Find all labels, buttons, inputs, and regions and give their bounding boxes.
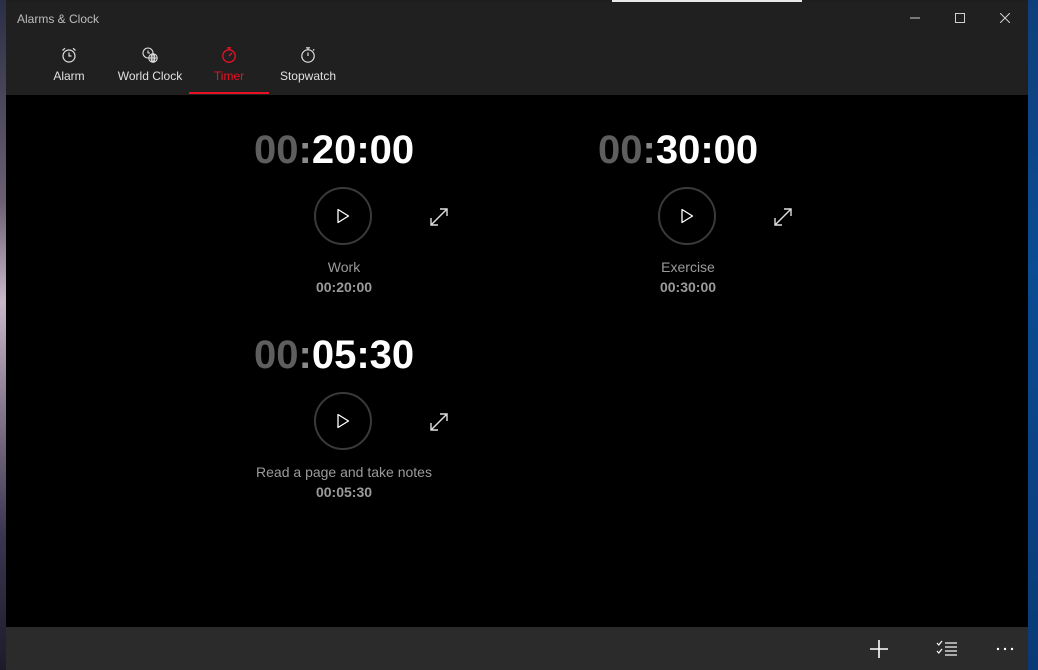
timer-minutes: 20 bbox=[311, 128, 357, 172]
timer-hours: 00 bbox=[598, 128, 643, 172]
navigation-bar: Alarm World Clock Timer Stopwatch bbox=[6, 34, 1028, 95]
timer-hours: 00 bbox=[254, 128, 299, 172]
tab-stopwatch[interactable]: Stopwatch bbox=[276, 34, 340, 95]
select-timers-button[interactable] bbox=[923, 627, 971, 670]
timer-name: Exercise bbox=[661, 259, 715, 275]
stopwatch-icon bbox=[301, 47, 315, 63]
play-button[interactable] bbox=[314, 187, 372, 245]
play-icon bbox=[337, 413, 350, 429]
world-clock-icon bbox=[142, 47, 158, 63]
expand-icon bbox=[430, 413, 448, 431]
play-button[interactable] bbox=[658, 187, 716, 245]
more-options-button[interactable] bbox=[981, 627, 1029, 670]
minimize-button[interactable] bbox=[892, 2, 938, 34]
timer-name: Read a page and take notes bbox=[256, 464, 432, 480]
maximize-icon bbox=[955, 13, 965, 23]
timer-name: Work bbox=[327, 259, 361, 275]
play-button[interactable] bbox=[314, 392, 372, 450]
play-icon bbox=[681, 208, 694, 224]
expand-button[interactable] bbox=[771, 205, 795, 229]
minimize-icon bbox=[910, 17, 920, 19]
timer-colon: : bbox=[298, 128, 312, 172]
timer-colon: : bbox=[356, 128, 370, 172]
timer-time-display: 00:20:00 bbox=[254, 128, 414, 173]
timer-time-display: 00:30:00 bbox=[598, 128, 758, 173]
add-icon bbox=[870, 639, 888, 658]
timer-colon: : bbox=[356, 333, 370, 377]
tab-timer[interactable]: Timer bbox=[189, 34, 269, 95]
timer-minutes: 30 bbox=[655, 128, 701, 172]
tab-label: Alarm bbox=[53, 69, 85, 83]
timer-colon: : bbox=[298, 333, 312, 377]
app-title: Alarms & Clock bbox=[17, 12, 100, 26]
timer-duration: 00:05:30 bbox=[315, 484, 373, 500]
expand-icon bbox=[774, 208, 792, 226]
timer-time-display: 00:05:30 bbox=[254, 333, 414, 378]
title-bar[interactable]: Alarms & Clock bbox=[6, 2, 1028, 34]
timer-minutes: 05 bbox=[311, 333, 357, 377]
active-tab-indicator bbox=[189, 92, 269, 94]
expand-icon bbox=[430, 208, 448, 226]
timer-hours: 00 bbox=[254, 333, 299, 377]
play-icon bbox=[337, 208, 350, 224]
desktop-background-right bbox=[1028, 0, 1038, 670]
add-timer-button[interactable] bbox=[855, 627, 903, 670]
tab-world-clock[interactable]: World Clock bbox=[112, 34, 188, 95]
select-list-icon bbox=[936, 640, 957, 656]
command-bar bbox=[6, 627, 1028, 670]
more-icon bbox=[996, 647, 1014, 650]
tab-label: World Clock bbox=[117, 69, 183, 83]
timer-seconds: 00 bbox=[369, 128, 415, 172]
tab-label: Stopwatch bbox=[279, 69, 337, 83]
expand-button[interactable] bbox=[427, 410, 451, 434]
timer-colon: : bbox=[642, 128, 656, 172]
alarm-clock-icon bbox=[62, 47, 76, 63]
maximize-button[interactable] bbox=[937, 2, 983, 34]
close-button[interactable] bbox=[982, 2, 1028, 34]
timer-icon bbox=[222, 47, 236, 63]
tab-label: Timer bbox=[213, 69, 245, 83]
timer-duration: 00:20:00 bbox=[315, 279, 373, 295]
expand-button[interactable] bbox=[427, 205, 451, 229]
timer-duration: 00:30:00 bbox=[659, 279, 717, 295]
timer-seconds: 00 bbox=[713, 128, 759, 172]
timer-seconds: 30 bbox=[369, 333, 415, 377]
tab-alarm[interactable]: Alarm bbox=[44, 34, 94, 95]
timer-colon: : bbox=[700, 128, 714, 172]
close-icon bbox=[1000, 13, 1010, 23]
app-window: Alarms & Clock Alarm World Clock Timer S… bbox=[6, 2, 1028, 670]
